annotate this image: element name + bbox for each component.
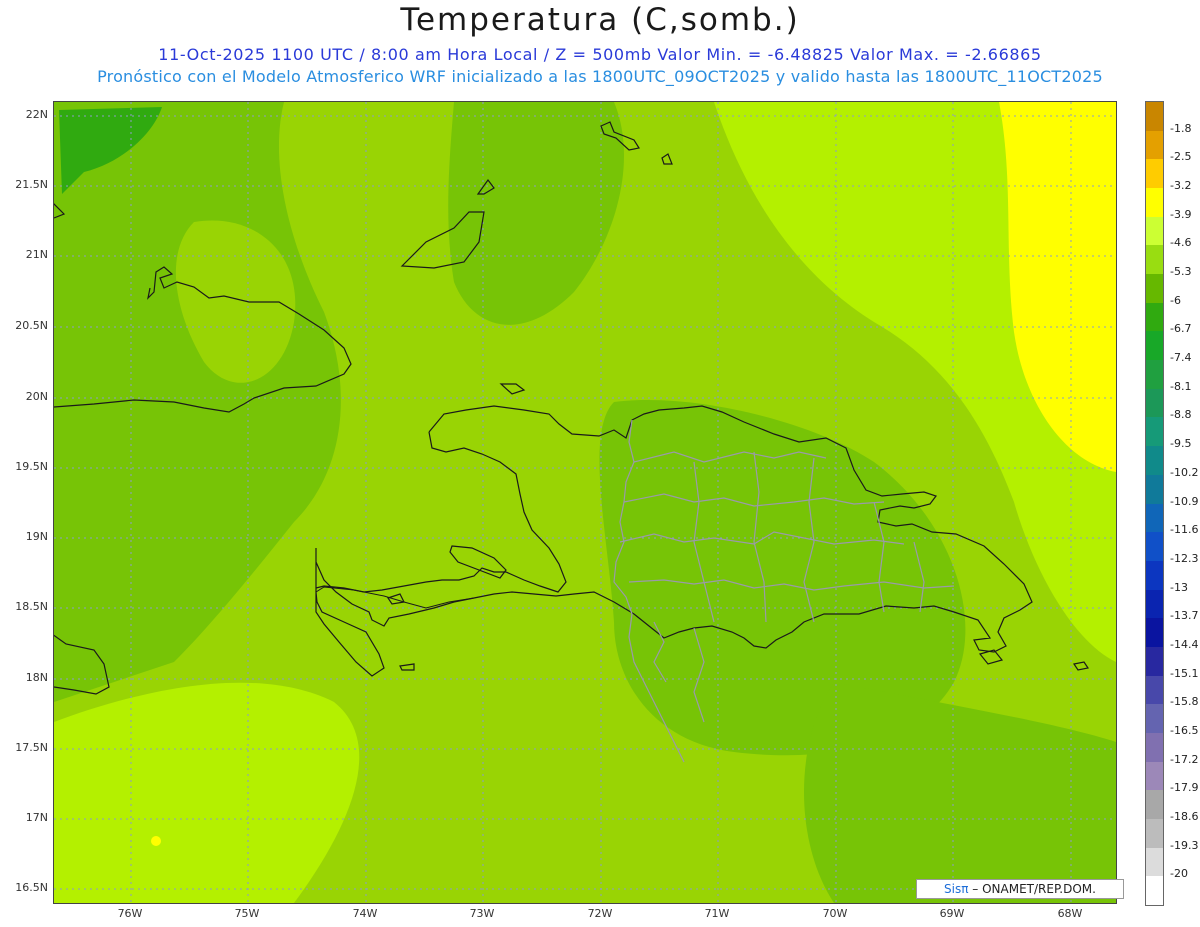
credit-text: – ONAMET/REP.DOM. [972, 882, 1096, 896]
lat-label: 20.5N [15, 319, 48, 332]
colorbar-label: -19.3 [1170, 838, 1199, 852]
subtitle-model-info: Pronóstico con el Modelo Atmosferico WRF… [97, 67, 1103, 86]
colorbar-cell [1146, 216, 1163, 246]
colorbar-cell [1146, 302, 1163, 332]
colorbar-label: -7.4 [1170, 351, 1192, 365]
lat-label: 19.5N [15, 460, 48, 473]
lat-label: 21.5N [15, 178, 48, 191]
colorbar-cell [1146, 847, 1163, 877]
chart-title: Temperatura (C,somb.) [400, 2, 800, 38]
colorbar-label: -13 [1170, 580, 1188, 594]
colorbar-cell [1146, 245, 1163, 275]
colorbar-label: -8.8 [1170, 408, 1192, 422]
colorbar-label: -10.9 [1170, 494, 1199, 508]
colorbar-cell [1146, 159, 1163, 189]
lon-label: 74W [352, 907, 378, 920]
colorbar-cell [1146, 704, 1163, 734]
colorbar-cell [1146, 761, 1163, 791]
colorbar-cell [1146, 732, 1163, 763]
colorbar-label: -16.5 [1170, 723, 1199, 737]
map-panel [53, 101, 1117, 904]
colorbar-label: -6.7 [1170, 322, 1192, 336]
field-yellow-spot [151, 836, 161, 846]
colorbar-label: -3.9 [1170, 207, 1192, 221]
colorbar-cell [1146, 818, 1163, 849]
colorbar-cell [1146, 618, 1163, 648]
colorbar-label: -14.4 [1170, 637, 1199, 651]
colorbar-cell [1146, 331, 1163, 361]
lon-label: 73W [469, 907, 495, 920]
colorbar-label: -15.1 [1170, 666, 1199, 680]
colorbar-label: -1.8 [1170, 121, 1192, 135]
colorbar-label: -6 [1170, 293, 1181, 307]
colorbar-label: -5.3 [1170, 265, 1192, 279]
colorbar-label: -2.5 [1170, 150, 1192, 164]
lat-label: 18N [25, 671, 48, 684]
colorbar [1145, 101, 1164, 906]
field-region-southwest [54, 682, 360, 903]
colorbar-cell [1146, 675, 1163, 705]
colorbar-cell [1146, 474, 1163, 504]
colorbar-label: -12.3 [1170, 551, 1199, 565]
sispi-logo: Sisπ [944, 882, 969, 896]
colorbar-cell [1146, 417, 1163, 447]
colorbar-cell [1146, 102, 1163, 132]
colorbar-label: -4.6 [1170, 236, 1192, 250]
lon-label: 69W [939, 907, 965, 920]
lon-label: 68W [1057, 907, 1083, 920]
colorbar-cell [1146, 360, 1163, 390]
lat-label: 20N [25, 390, 48, 403]
lon-label: 75W [234, 907, 260, 920]
colorbar-label: -13.7 [1170, 609, 1199, 623]
colorbar-cell [1146, 388, 1163, 418]
lon-label: 71W [704, 907, 730, 920]
temperature-field-map [54, 102, 1116, 903]
colorbar-cell [1146, 446, 1163, 476]
lon-label: 70W [822, 907, 848, 920]
colorbar-cell [1146, 876, 1163, 906]
colorbar-label: -20 [1170, 867, 1188, 881]
subtitle-valid-time: 11-Oct-2025 1100 UTC / 8:00 am Hora Loca… [158, 45, 1042, 64]
colorbar-cell [1146, 646, 1163, 677]
colorbar-cell [1146, 589, 1163, 619]
lat-label: 17.5N [15, 741, 48, 754]
lat-label: 17N [25, 811, 48, 824]
lat-label: 16.5N [15, 881, 48, 894]
colorbar-cell [1146, 790, 1163, 820]
lon-label: 76W [117, 907, 143, 920]
lat-label: 21N [25, 248, 48, 261]
lat-label: 22N [25, 108, 48, 121]
credit-box: Sisπ – ONAMET/REP.DOM. [916, 879, 1124, 899]
lat-label: 18.5N [15, 600, 48, 613]
colorbar-label: -8.1 [1170, 379, 1192, 393]
colorbar-cell [1146, 274, 1163, 304]
colorbar-label: -11.6 [1170, 523, 1199, 537]
colorbar-cell [1146, 532, 1163, 562]
colorbar-label: -9.5 [1170, 437, 1192, 451]
colorbar-label: -18.6 [1170, 809, 1199, 823]
colorbar-label: -15.8 [1170, 695, 1199, 709]
colorbar-label: -17.2 [1170, 752, 1199, 766]
colorbar-cell [1146, 503, 1163, 533]
colorbar-cell [1146, 188, 1163, 218]
colorbar-cell [1146, 130, 1163, 160]
lat-label: 19N [25, 530, 48, 543]
colorbar-label: -10.2 [1170, 465, 1199, 479]
colorbar-label: -3.2 [1170, 179, 1192, 193]
colorbar-label: -17.9 [1170, 781, 1199, 795]
lon-label: 72W [587, 907, 613, 920]
colorbar-cell [1146, 560, 1163, 591]
